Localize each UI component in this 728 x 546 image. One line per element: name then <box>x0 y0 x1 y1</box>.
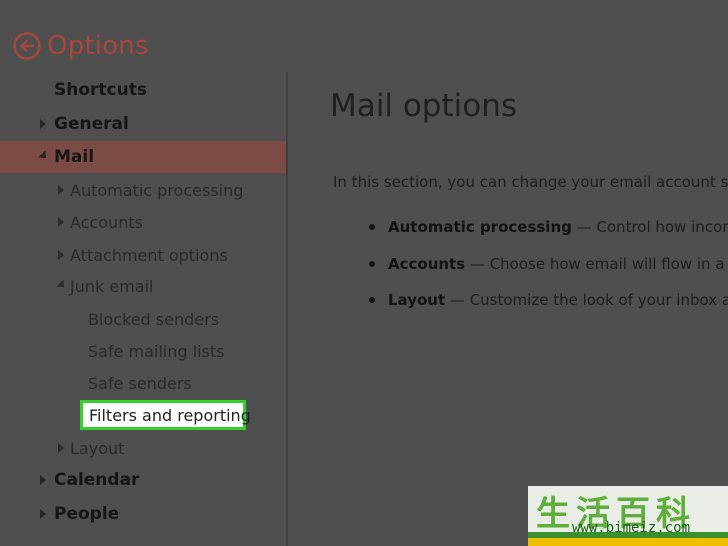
sidebar-item-label: Shortcuts <box>54 80 147 100</box>
sidebar-item-safe-senders[interactable]: Safe senders <box>0 367 286 399</box>
sidebar-item-label: Layout <box>70 438 125 458</box>
expand-arrow-icon <box>40 509 46 519</box>
watermark-url: www.bimeiz.com <box>572 520 691 536</box>
sidebar-item-blocked-senders[interactable]: Blocked senders <box>0 303 286 335</box>
expand-arrow-icon <box>40 119 46 129</box>
sidebar-item-label: Accounts <box>70 212 143 232</box>
expand-arrow-icon <box>58 217 64 227</box>
expand-arrow-icon <box>58 185 64 195</box>
bullet-dot <box>369 261 375 267</box>
sidebar-item-label: Safe senders <box>88 373 192 393</box>
sidebar-item-label: Junk email <box>70 276 154 296</box>
sidebar-item-label: Calendar <box>54 470 140 490</box>
sidebar-item-automatic-processing[interactable]: Automatic processing <box>0 174 286 206</box>
bullet-text: — Choose how email will flow in a <box>465 255 725 273</box>
back-button[interactable] <box>12 31 42 61</box>
expand-arrow-icon <box>58 250 64 260</box>
bullet-accounts: Accounts — Choose how email will flow in… <box>388 255 725 273</box>
sidebar-item-label: People <box>54 504 120 524</box>
bullet-text: — Control how incom <box>571 218 728 236</box>
watermark-band-accent <box>528 538 728 546</box>
content-intro: In this section, you can change your ema… <box>333 173 728 191</box>
bullet-dot <box>369 224 375 230</box>
sidebar-item-calendar[interactable]: Calendar <box>0 464 286 496</box>
page-title: Options <box>47 31 149 61</box>
sidebar-item-accounts[interactable]: Accounts <box>0 206 286 238</box>
sidebar-item-shortcuts[interactable]: Shortcuts <box>0 74 286 106</box>
collapse-arrow-icon <box>38 150 50 162</box>
bullet-automatic-processing: Automatic processing — Control how incom <box>388 218 728 236</box>
sidebar-item-label: Safe mailing lists <box>88 341 225 361</box>
bullet-term: Automatic processing <box>388 218 572 236</box>
bullet-layout: Layout — Customize the look of your inbo… <box>388 291 728 309</box>
sidebar-item-label: General <box>54 114 129 134</box>
expand-arrow-icon <box>40 475 46 485</box>
bullet-term: Accounts <box>388 255 466 273</box>
sidebar-item-label: Mail <box>54 147 95 167</box>
back-arrow-icon <box>13 32 41 60</box>
sidebar-item-people[interactable]: People <box>0 498 286 530</box>
sidebar-item-safe-mailing-lists[interactable]: Safe mailing lists <box>0 335 286 367</box>
collapse-arrow-icon <box>56 279 68 291</box>
sidebar-item-label: Blocked senders <box>88 309 220 329</box>
mail-options-pane: Mail options In this section, you can ch… <box>288 72 728 546</box>
sidebar-item-label: Automatic processing <box>70 180 244 200</box>
sidebar-item-attachment-options[interactable]: Attachment options <box>0 239 286 271</box>
sidebar-item-junk-email[interactable]: Junk email <box>0 270 286 302</box>
sidebar-item-filters-and-reporting[interactable]: Filters and reporting <box>80 400 251 430</box>
sidebar-item-label: Filters and reporting <box>89 405 251 425</box>
expand-arrow-icon <box>58 443 64 453</box>
sidebar-item-label: Attachment options <box>70 245 228 265</box>
sidebar-item-mail[interactable]: Mail <box>0 141 286 173</box>
content-title: Mail options <box>330 88 517 124</box>
sidebar-item-general[interactable]: General <box>0 108 286 140</box>
options-header: Options <box>12 28 149 64</box>
bullet-dot <box>369 297 375 303</box>
bullet-text: — Customize the look of your inbox a <box>445 291 728 309</box>
sidebar-item-layout[interactable]: Layout <box>0 432 286 464</box>
options-sidebar: Shortcuts General Mail Automatic process… <box>0 72 286 546</box>
watermark-logo: 生活百科 www.bimeiz.com <box>528 486 728 546</box>
bullet-term: Layout <box>388 291 446 309</box>
